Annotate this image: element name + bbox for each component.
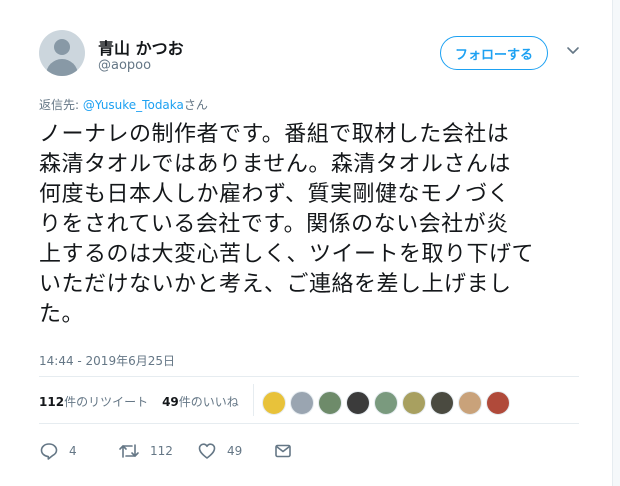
- liker-avatar[interactable]: [262, 391, 286, 415]
- liker-avatar[interactable]: [486, 391, 510, 415]
- author-handle[interactable]: @aopoo: [98, 58, 151, 73]
- likes-stat[interactable]: 49件のいいね: [162, 395, 239, 409]
- like-count: 49: [227, 444, 243, 458]
- retweets-stat-count: 112: [39, 395, 65, 409]
- retweets-stat-label: 件のリツイート: [64, 395, 149, 409]
- divider: [39, 423, 579, 424]
- liker-avatar[interactable]: [402, 391, 426, 415]
- liker-avatar[interactable]: [458, 391, 482, 415]
- reply-icon: [40, 443, 58, 460]
- retweet-icon: [119, 444, 139, 458]
- tweet-text-line: 上するのは大変心苦しく、ツイートを取り下げて: [39, 242, 535, 267]
- follow-button[interactable]: フォローする: [440, 36, 548, 70]
- tweet-timestamp[interactable]: 14:44 - 2019年6月25日: [39, 352, 175, 369]
- likes-stat-label: 件のいいね: [178, 395, 239, 409]
- avatar-head: [54, 39, 70, 55]
- tweet-text-line: 森清タオルではありません。森清タオルさんは: [39, 152, 511, 177]
- author-name[interactable]: 青山 かつお: [98, 35, 184, 59]
- stats-separator: [253, 384, 254, 416]
- tweet-text-line: りをされている会社です。関係のない会社が炎: [39, 212, 509, 237]
- chevron-down-icon[interactable]: [566, 44, 580, 58]
- liker-avatar[interactable]: [318, 391, 342, 415]
- liker-avatar[interactable]: [290, 391, 314, 415]
- heart-icon: [198, 443, 216, 459]
- reply-button[interactable]: 4: [39, 440, 77, 462]
- direct-message-button[interactable]: [273, 440, 293, 462]
- page-edge: [613, 0, 620, 486]
- tweet-text-line: ノーナレの制作者です。番組で取材した会社は: [39, 122, 510, 147]
- divider: [39, 376, 579, 377]
- reply-count: 4: [69, 444, 77, 458]
- retweets-stat[interactable]: 112件のリツイート: [39, 395, 148, 409]
- reply-prefix: 返信先:: [39, 98, 83, 112]
- reply-suffix: さん: [183, 98, 208, 112]
- envelope-icon: [275, 444, 291, 458]
- tweet-text-line: た。: [39, 302, 85, 327]
- reply-mention-link[interactable]: @Yusuke_Todaka: [83, 98, 184, 112]
- likes-stat-count: 49: [162, 395, 179, 409]
- tweet-card: 青山 かつお @aopoo フォローする 返信先: @Yusuke_Todaka…: [0, 0, 613, 486]
- retweet-count: 112: [150, 444, 173, 458]
- tweet-text-line: いただけないかと考え、ご連絡を差し上げまし: [39, 272, 512, 297]
- retweet-button[interactable]: 112: [118, 440, 173, 462]
- tweet-text-line: 何度も日本人しか雇わず、質実剛健なモノづく: [39, 182, 510, 207]
- reply-context: 返信先: @Yusuke_Todakaさん: [39, 96, 208, 113]
- engagement-stats: 112件のリツイート 49件のいいね: [39, 393, 239, 410]
- avatar[interactable]: [39, 30, 85, 76]
- like-button[interactable]: 49: [197, 440, 242, 462]
- liker-avatar[interactable]: [346, 391, 370, 415]
- liker-avatar[interactable]: [430, 391, 454, 415]
- liker-avatar[interactable]: [374, 391, 398, 415]
- avatar-body: [46, 59, 78, 76]
- tweet-text: ノーナレの制作者です。番組で取材した会社は 森清タオルではありません。森清タオル…: [39, 120, 609, 330]
